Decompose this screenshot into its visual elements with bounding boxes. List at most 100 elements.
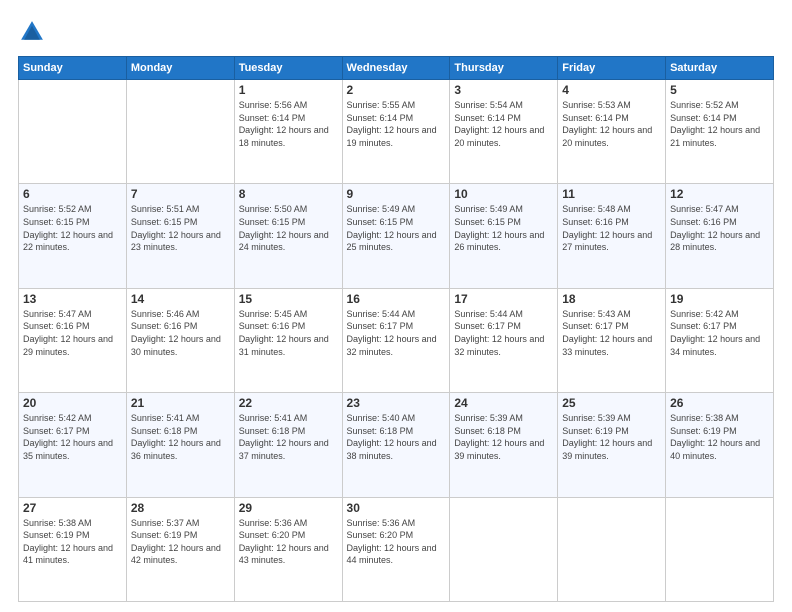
calendar-day-cell: 3Sunrise: 5:54 AMSunset: 6:14 PMDaylight…: [450, 80, 558, 184]
calendar-day-cell: 30 Sunrise: 5:36 AMSunset: 6:20 PMDayligh…: [342, 497, 450, 601]
day-number: 20: [23, 396, 122, 410]
calendar-day-cell: 25 Sunrise: 5:39 AMSunset: 6:19 PMDayligh…: [558, 393, 666, 497]
calendar-day-cell: 11 Sunrise: 5:48 AMSunset: 6:16 PMDayligh…: [558, 184, 666, 288]
calendar-day-cell: 5 Sunrise: 5:52 AMSunset: 6:14 PMDaylight…: [666, 80, 774, 184]
day-info: Sunrise: 5:37 AMSunset: 6:19 PMDaylight:…: [131, 517, 230, 567]
day-info: Sunrise: 5:52 AMSunset: 6:14 PMDaylight:…: [670, 99, 769, 149]
calendar-day-cell: 24 Sunrise: 5:39 AMSunset: 6:18 PMDayligh…: [450, 393, 558, 497]
day-info: Sunrise: 5:50 AMSunset: 6:15 PMDaylight:…: [239, 203, 338, 253]
page: SundayMondayTuesdayWednesdayThursdayFrid…: [0, 0, 792, 612]
day-number: 3: [454, 83, 553, 97]
day-number: 4: [562, 83, 661, 97]
day-number: 14: [131, 292, 230, 306]
day-number: 8: [239, 187, 338, 201]
day-info: Sunrise: 5:41 AMSunset: 6:18 PMDaylight:…: [239, 412, 338, 462]
calendar-day-cell: [19, 80, 127, 184]
calendar-day-cell: 9 Sunrise: 5:49 AMSunset: 6:15 PMDaylight…: [342, 184, 450, 288]
weekday-header: Monday: [126, 57, 234, 80]
day-number: 30: [347, 501, 446, 515]
day-number: 11: [562, 187, 661, 201]
day-number: 16: [347, 292, 446, 306]
logo-icon: [18, 18, 46, 46]
day-info: Sunrise: 5:41 AMSunset: 6:18 PMDaylight:…: [131, 412, 230, 462]
day-info: Sunrise: 5:49 AMSunset: 6:15 PMDaylight:…: [454, 203, 553, 253]
calendar-header: SundayMondayTuesdayWednesdayThursdayFrid…: [19, 57, 774, 80]
day-info: Sunrise: 5:45 AMSunset: 6:16 PMDaylight:…: [239, 308, 338, 358]
calendar-week-row: 1Sunrise: 5:56 AMSunset: 6:14 PMDaylight…: [19, 80, 774, 184]
day-info: Sunrise: 5:49 AMSunset: 6:15 PMDaylight:…: [347, 203, 446, 253]
calendar-day-cell: 14 Sunrise: 5:46 AMSunset: 6:16 PMDayligh…: [126, 288, 234, 392]
day-number: 1: [239, 83, 338, 97]
day-number: 26: [670, 396, 769, 410]
calendar-day-cell: [666, 497, 774, 601]
calendar-day-cell: 4 Sunrise: 5:53 AMSunset: 6:14 PMDaylight…: [558, 80, 666, 184]
day-info: Sunrise: 5:44 AMSunset: 6:17 PMDaylight:…: [454, 308, 553, 358]
calendar-table: SundayMondayTuesdayWednesdayThursdayFrid…: [18, 56, 774, 602]
day-info: Sunrise: 5:47 AMSunset: 6:16 PMDaylight:…: [23, 308, 122, 358]
day-info: Sunrise: 5:52 AMSunset: 6:15 PMDaylight:…: [23, 203, 122, 253]
calendar-day-cell: 16 Sunrise: 5:44 AMSunset: 6:17 PMDayligh…: [342, 288, 450, 392]
calendar-day-cell: 2 Sunrise: 5:55 AMSunset: 6:14 PMDaylight…: [342, 80, 450, 184]
weekday-header: Sunday: [19, 57, 127, 80]
day-info: Sunrise: 5:46 AMSunset: 6:16 PMDaylight:…: [131, 308, 230, 358]
day-info: Sunrise: 5:51 AMSunset: 6:15 PMDaylight:…: [131, 203, 230, 253]
calendar-day-cell: 8 Sunrise: 5:50 AMSunset: 6:15 PMDaylight…: [234, 184, 342, 288]
day-info: Sunrise: 5:44 AMSunset: 6:17 PMDaylight:…: [347, 308, 446, 358]
calendar-week-row: 27 Sunrise: 5:38 AMSunset: 6:19 PMDayligh…: [19, 497, 774, 601]
calendar-day-cell: 23 Sunrise: 5:40 AMSunset: 6:18 PMDayligh…: [342, 393, 450, 497]
logo: [18, 18, 50, 46]
calendar-week-row: 6Sunrise: 5:52 AMSunset: 6:15 PMDaylight…: [19, 184, 774, 288]
calendar-day-cell: 6Sunrise: 5:52 AMSunset: 6:15 PMDaylight…: [19, 184, 127, 288]
calendar-day-cell: 17 Sunrise: 5:44 AMSunset: 6:17 PMDayligh…: [450, 288, 558, 392]
calendar-day-cell: 26 Sunrise: 5:38 AMSunset: 6:19 PMDayligh…: [666, 393, 774, 497]
calendar-day-cell: 28Sunrise: 5:37 AMSunset: 6:19 PMDayligh…: [126, 497, 234, 601]
day-info: Sunrise: 5:39 AMSunset: 6:18 PMDaylight:…: [454, 412, 553, 462]
day-info: Sunrise: 5:39 AMSunset: 6:19 PMDaylight:…: [562, 412, 661, 462]
day-number: 29: [239, 501, 338, 515]
day-number: 15: [239, 292, 338, 306]
day-number: 25: [562, 396, 661, 410]
day-number: 21: [131, 396, 230, 410]
day-info: Sunrise: 5:43 AMSunset: 6:17 PMDaylight:…: [562, 308, 661, 358]
day-info: Sunrise: 5:38 AMSunset: 6:19 PMDaylight:…: [670, 412, 769, 462]
calendar-day-cell: [126, 80, 234, 184]
day-info: Sunrise: 5:38 AMSunset: 6:19 PMDaylight:…: [23, 517, 122, 567]
day-info: Sunrise: 5:47 AMSunset: 6:16 PMDaylight:…: [670, 203, 769, 253]
calendar-day-cell: 12 Sunrise: 5:47 AMSunset: 6:16 PMDayligh…: [666, 184, 774, 288]
calendar-day-cell: 20Sunrise: 5:42 AMSunset: 6:17 PMDayligh…: [19, 393, 127, 497]
calendar-day-cell: 7Sunrise: 5:51 AMSunset: 6:15 PMDaylight…: [126, 184, 234, 288]
weekday-header: Tuesday: [234, 57, 342, 80]
header: [18, 18, 774, 46]
calendar-day-cell: 29 Sunrise: 5:36 AMSunset: 6:20 PMDayligh…: [234, 497, 342, 601]
weekday-header: Saturday: [666, 57, 774, 80]
day-number: 27: [23, 501, 122, 515]
day-number: 19: [670, 292, 769, 306]
day-number: 13: [23, 292, 122, 306]
day-number: 22: [239, 396, 338, 410]
calendar-day-cell: 1Sunrise: 5:56 AMSunset: 6:14 PMDaylight…: [234, 80, 342, 184]
day-number: 24: [454, 396, 553, 410]
day-number: 5: [670, 83, 769, 97]
day-info: Sunrise: 5:53 AMSunset: 6:14 PMDaylight:…: [562, 99, 661, 149]
day-number: 12: [670, 187, 769, 201]
calendar-day-cell: 19 Sunrise: 5:42 AMSunset: 6:17 PMDayligh…: [666, 288, 774, 392]
day-info: Sunrise: 5:55 AMSunset: 6:14 PMDaylight:…: [347, 99, 446, 149]
calendar-day-cell: 10Sunrise: 5:49 AMSunset: 6:15 PMDayligh…: [450, 184, 558, 288]
calendar-day-cell: [450, 497, 558, 601]
day-info: Sunrise: 5:42 AMSunset: 6:17 PMDaylight:…: [670, 308, 769, 358]
day-number: 9: [347, 187, 446, 201]
day-info: Sunrise: 5:36 AMSunset: 6:20 PMDaylight:…: [347, 517, 446, 567]
day-info: Sunrise: 5:40 AMSunset: 6:18 PMDaylight:…: [347, 412, 446, 462]
day-number: 17: [454, 292, 553, 306]
day-number: 23: [347, 396, 446, 410]
calendar-day-cell: 13 Sunrise: 5:47 AMSunset: 6:16 PMDayligh…: [19, 288, 127, 392]
calendar-day-cell: 22 Sunrise: 5:41 AMSunset: 6:18 PMDayligh…: [234, 393, 342, 497]
calendar-week-row: 13 Sunrise: 5:47 AMSunset: 6:16 PMDayligh…: [19, 288, 774, 392]
day-info: Sunrise: 5:36 AMSunset: 6:20 PMDaylight:…: [239, 517, 338, 567]
day-number: 2: [347, 83, 446, 97]
calendar-day-cell: 21 Sunrise: 5:41 AMSunset: 6:18 PMDayligh…: [126, 393, 234, 497]
calendar-body: 1Sunrise: 5:56 AMSunset: 6:14 PMDaylight…: [19, 80, 774, 602]
weekday-row: SundayMondayTuesdayWednesdayThursdayFrid…: [19, 57, 774, 80]
weekday-header: Thursday: [450, 57, 558, 80]
day-info: Sunrise: 5:48 AMSunset: 6:16 PMDaylight:…: [562, 203, 661, 253]
